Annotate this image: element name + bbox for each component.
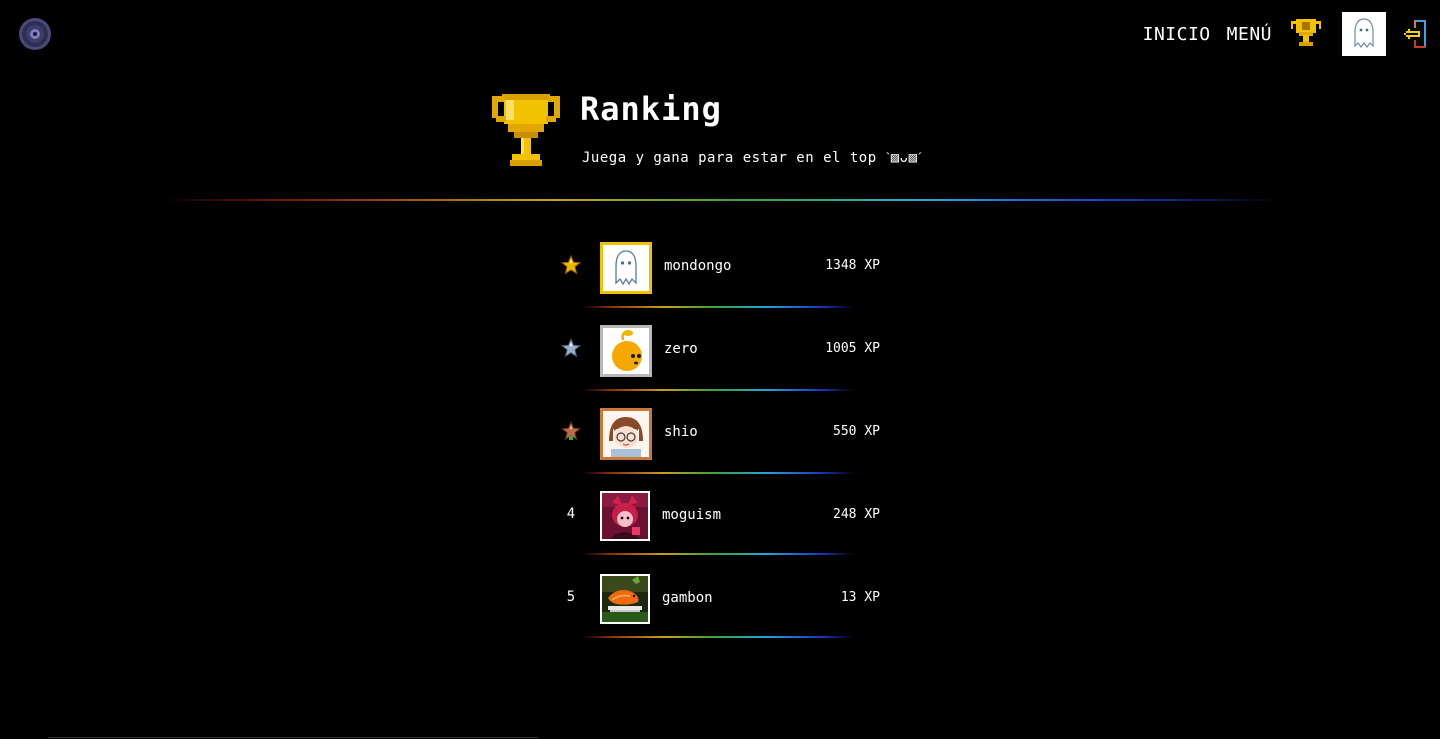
- user-avatar: [600, 408, 652, 460]
- silver-star-icon: [560, 337, 582, 359]
- shrimp-photo-avatar: [602, 576, 648, 622]
- xp-value: 13 XP: [840, 590, 880, 605]
- user-avatar: [600, 242, 652, 294]
- row-divider: [582, 389, 854, 391]
- xp-value: 550 XP: [833, 424, 880, 439]
- row-divider: [582, 472, 854, 474]
- xp-value: 1348 XP: [825, 258, 880, 273]
- ranking-page: INICIO MENÚ Ranking Juega y gana para es…: [0, 0, 1440, 739]
- page-title: Ranking: [580, 90, 722, 128]
- vinyl-disc-icon[interactable]: [18, 17, 52, 51]
- username: shio: [664, 424, 698, 440]
- rank-number: 5: [566, 589, 576, 605]
- header-divider: [160, 199, 1280, 201]
- ranking-row[interactable]: 5 gambon 13 XP: [560, 572, 890, 655]
- bottom-scroll-track: [48, 737, 538, 738]
- trophy-icon: [490, 90, 562, 170]
- ghost-avatar: [1354, 18, 1374, 48]
- ranking-row[interactable]: mondongo 1348 XP: [560, 240, 890, 323]
- username: zero: [664, 341, 698, 357]
- nav-link-inicio[interactable]: INICIO: [1143, 24, 1211, 45]
- girl-glasses-avatar: [603, 411, 649, 457]
- ranking-row[interactable]: zero 1005 XP: [560, 323, 890, 406]
- ranking-list: mondongo 1348 XP zero 1005 XP shio 550 X…: [560, 240, 890, 655]
- ranking-row[interactable]: shio 550 XP: [560, 406, 890, 489]
- xp-value: 248 XP: [833, 507, 880, 522]
- gold-star-icon: [560, 254, 582, 276]
- orange-creature-avatar: [603, 328, 649, 374]
- bronze-star-icon: [560, 420, 582, 442]
- xp-value: 1005 XP: [825, 341, 880, 356]
- top-nav: INICIO MENÚ: [1143, 12, 1428, 56]
- user-avatar: [600, 574, 650, 624]
- ranking-row[interactable]: 4 moguism 248 XP: [560, 489, 890, 572]
- logout-icon[interactable]: [1402, 18, 1428, 50]
- user-avatar-button[interactable]: [1342, 12, 1386, 56]
- red-character-avatar: [602, 493, 648, 539]
- username: moguism: [662, 507, 722, 523]
- nav-link-menu[interactable]: MENÚ: [1227, 24, 1272, 45]
- row-divider: [582, 553, 854, 555]
- ghost-avatar: [615, 250, 637, 286]
- ranking-header: Ranking Juega y gana para estar en el to…: [490, 90, 1050, 180]
- rank-number: 4: [566, 506, 576, 522]
- user-avatar: [600, 491, 650, 541]
- page-subtitle: Juega y gana para estar en el top ˋ▨ᴗ▨ˊ: [582, 150, 923, 166]
- row-divider: [582, 636, 854, 638]
- trophy-icon[interactable]: [1290, 17, 1322, 51]
- user-avatar: [600, 325, 652, 377]
- username: mondongo: [664, 258, 732, 274]
- username: gambon: [662, 590, 713, 606]
- row-divider: [582, 306, 854, 308]
